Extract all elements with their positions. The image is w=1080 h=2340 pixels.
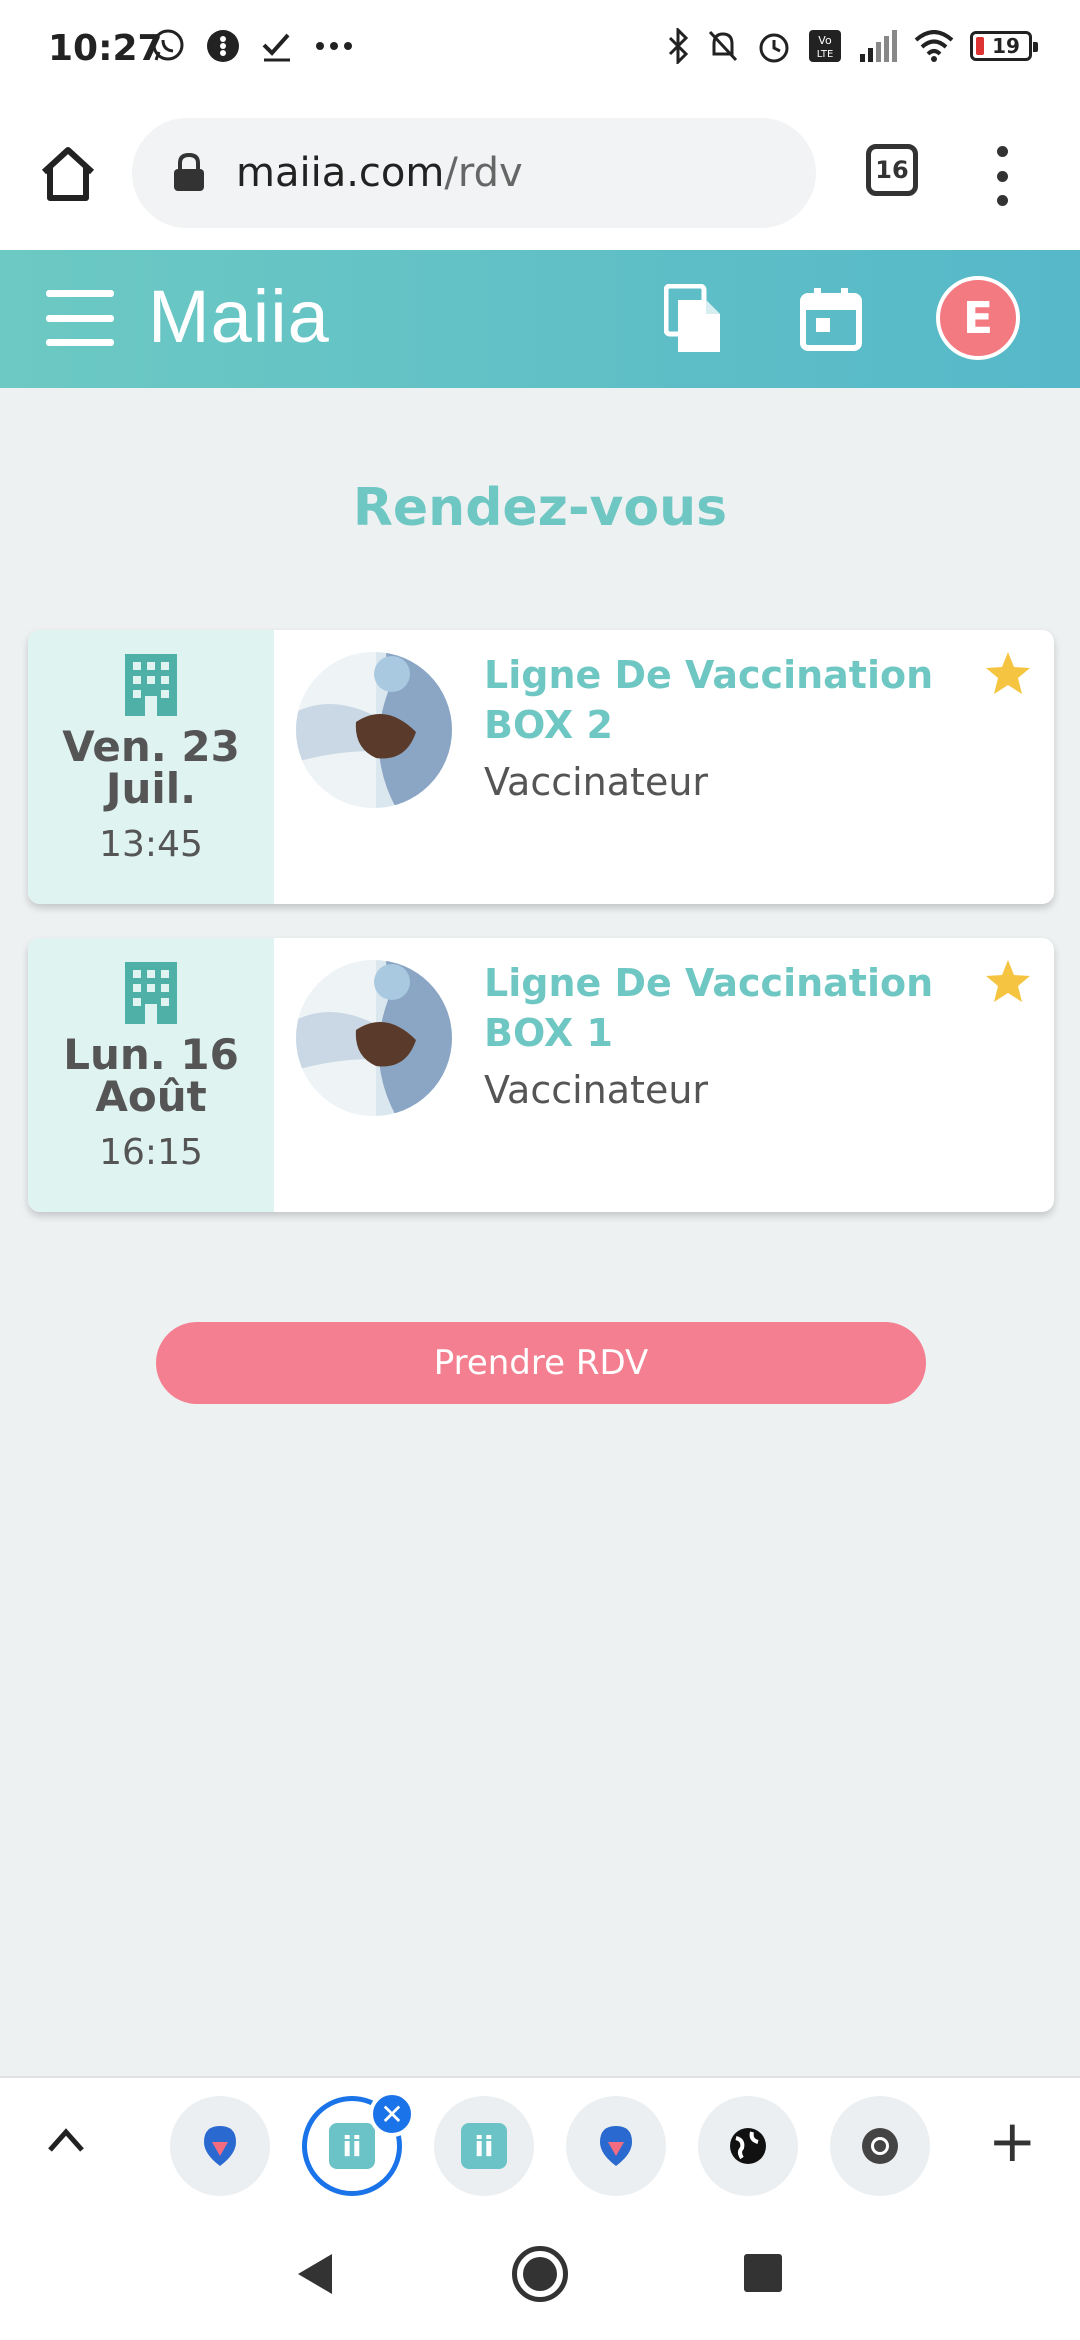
- home-nav-icon[interactable]: [512, 2246, 568, 2302]
- tab-doctolib[interactable]: [170, 2096, 270, 2196]
- mute-icon: [708, 30, 738, 62]
- chrome-icon: [862, 2128, 898, 2164]
- hamburger-menu-icon[interactable]: [46, 290, 114, 346]
- bluetooth-icon: [668, 28, 689, 64]
- practitioner-photo: [296, 652, 452, 808]
- appointment-title: Ligne De Vaccination BOX 2: [484, 653, 934, 747]
- home-icon[interactable]: [36, 142, 100, 206]
- documents-icon[interactable]: [664, 284, 724, 354]
- doctolib-icon: [600, 2126, 632, 2166]
- tab-globe[interactable]: [698, 2096, 798, 2196]
- browser-toolbar: maiia.com/rdv 16: [0, 100, 1080, 250]
- checkmark-icon: [262, 33, 290, 62]
- appointment-date-panel: Lun. 16 Août 16:15: [28, 938, 274, 1212]
- tab-switcher-button[interactable]: 16: [866, 144, 918, 196]
- star-icon[interactable]: [984, 650, 1032, 696]
- maiia-icon: ii: [329, 2123, 375, 2169]
- svg-text:Vo: Vo: [818, 34, 832, 47]
- address-bar[interactable]: maiia.com/rdv: [132, 118, 816, 228]
- appointment-time: 16:15: [99, 1132, 203, 1173]
- volte-icon: Vo LTE: [809, 30, 841, 62]
- appointment-subtitle: Vaccinateur: [484, 760, 709, 804]
- new-tab-icon[interactable]: +: [988, 2112, 1037, 2170]
- appointment-card[interactable]: Lun. 16 Août 16:15 Ligne De Vaccination …: [28, 938, 1054, 1212]
- signal-icon: [860, 30, 897, 62]
- appointment-title: Ligne De Vaccination BOX 1: [484, 961, 934, 1055]
- user-avatar[interactable]: E: [936, 276, 1020, 360]
- more-icon: [316, 42, 352, 50]
- tab-strip: ii ✕ ii +: [0, 2076, 1080, 2210]
- url-text: maiia.com/rdv: [236, 150, 523, 196]
- building-icon: [125, 654, 177, 716]
- status-left-icons: [150, 28, 354, 64]
- book-appointment-button[interactable]: Prendre RDV: [156, 1322, 926, 1404]
- lock-icon: [174, 153, 204, 191]
- notification-icon: [207, 30, 239, 62]
- recents-icon[interactable]: [744, 2254, 782, 2292]
- url-host: maiia.com: [236, 150, 445, 196]
- back-icon[interactable]: [292, 2250, 336, 2298]
- status-right-icons: Vo LTE 19: [666, 28, 1038, 64]
- tab-maiia[interactable]: ii: [434, 2096, 534, 2196]
- close-tab-icon[interactable]: ✕: [369, 2091, 415, 2137]
- appointment-date: Ven. 23 Juil.: [62, 722, 240, 813]
- globe-icon: [730, 2128, 766, 2164]
- tab-count: 16: [875, 156, 909, 184]
- status-bar: 10:27 Vo LTE 19: [0, 0, 1080, 100]
- status-time: 10:27: [48, 28, 163, 69]
- page-title: Rendez-vous: [352, 478, 728, 538]
- appointment-date-panel: Ven. 23 Juil. 13:45: [28, 630, 274, 904]
- svg-text:LTE: LTE: [817, 49, 834, 60]
- tab-chrome[interactable]: [830, 2096, 930, 2196]
- system-nav-bar: [0, 2210, 1080, 2340]
- appointment-card[interactable]: Ven. 23 Juil. 13:45 Ligne De Vaccination…: [28, 630, 1054, 904]
- whatsapp-icon: [152, 29, 184, 61]
- practitioner-photo: [296, 960, 452, 1116]
- app-header: Maiia E: [0, 250, 1080, 388]
- battery-level: 19: [992, 34, 1020, 58]
- app-logo[interactable]: Maiia: [148, 274, 330, 359]
- wifi-icon: [914, 30, 954, 62]
- chevron-up-icon[interactable]: [46, 2124, 86, 2154]
- maiia-icon: ii: [461, 2123, 507, 2169]
- tab-maiia-active[interactable]: ii ✕: [302, 2091, 415, 2196]
- appointment-time: 13:45: [99, 824, 203, 865]
- appointment-subtitle: Vaccinateur: [484, 1068, 709, 1112]
- url-path: /rdv: [444, 150, 523, 196]
- building-icon: [125, 962, 177, 1024]
- calendar-icon[interactable]: [800, 286, 862, 352]
- star-icon[interactable]: [984, 958, 1032, 1004]
- tab-doctolib[interactable]: [566, 2096, 666, 2196]
- appointment-date: Lun. 16 Août: [63, 1030, 239, 1121]
- browser-menu-button[interactable]: [990, 146, 1014, 206]
- alarm-icon: [759, 33, 789, 63]
- doctolib-icon: [204, 2126, 236, 2166]
- battery-icon: 19: [970, 31, 1038, 61]
